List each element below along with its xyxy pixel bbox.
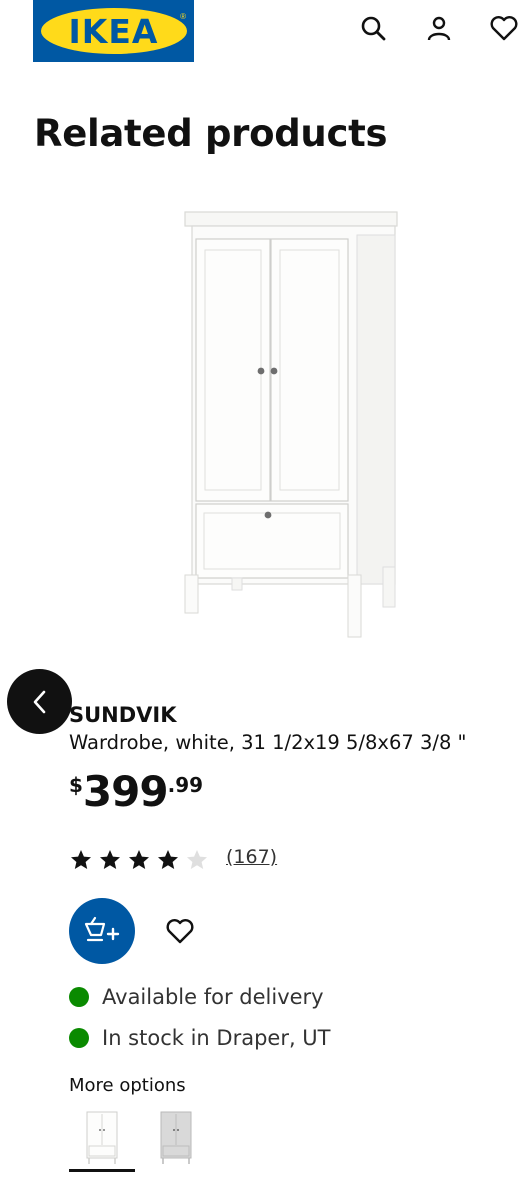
more-options-label: More options [69, 1075, 186, 1096]
star-filled-icon [129, 850, 149, 869]
rating-stars[interactable] [69, 848, 209, 872]
price-currency: $ [69, 773, 83, 797]
product-price: $ 399 .99 [69, 767, 203, 817]
search-button[interactable] [357, 12, 389, 44]
account-button[interactable] [423, 12, 455, 44]
favorites-button[interactable] [488, 12, 520, 44]
status-dot-icon [69, 987, 89, 1007]
chevron-left-icon [33, 690, 45, 713]
logo-oval: IKEA [40, 8, 187, 54]
price-integer: 399 [82, 767, 169, 816]
review-count-link[interactable]: (167) [226, 846, 277, 868]
product-image[interactable] [140, 195, 430, 650]
price-decimal: .99 [167, 773, 204, 797]
availability-store: In stock in Draper, UT [69, 1026, 331, 1050]
availability-text: Available for delivery [102, 985, 324, 1009]
variant-grey[interactable] [143, 1105, 209, 1171]
product-description[interactable]: Wardrobe, white, 31 1/2x19 5/8x67 3/8 " [69, 731, 467, 754]
save-to-favorites-button[interactable] [161, 912, 199, 950]
availability-text: In stock in Draper, UT [102, 1026, 331, 1050]
availability-delivery: Available for delivery [69, 985, 324, 1009]
star-filled-icon [71, 850, 91, 869]
wardrobe-thumbnail [160, 1111, 192, 1164]
selected-variant-indicator [69, 1169, 135, 1172]
add-to-cart-button[interactable] [69, 898, 135, 964]
search-icon [361, 16, 386, 41]
heart-icon [490, 16, 518, 41]
wardrobe-image [140, 195, 430, 650]
cart-add-icon [84, 916, 120, 942]
logo-registered-mark: ® [180, 12, 186, 21]
section-title: Related products [34, 112, 388, 155]
star-filled-icon [158, 850, 178, 869]
heart-icon [166, 919, 194, 944]
carousel-prev-button[interactable] [7, 669, 72, 734]
status-dot-icon [69, 1028, 89, 1048]
user-icon [427, 16, 451, 41]
wardrobe-thumbnail [86, 1111, 118, 1164]
product-brand[interactable]: SUNDVIK [69, 703, 177, 727]
star-filled-icon [100, 850, 120, 869]
ikea-logo[interactable]: IKEA ® [33, 0, 194, 62]
star-empty-icon [187, 850, 207, 869]
variant-white[interactable] [69, 1105, 135, 1171]
logo-text: IKEA [68, 11, 159, 51]
